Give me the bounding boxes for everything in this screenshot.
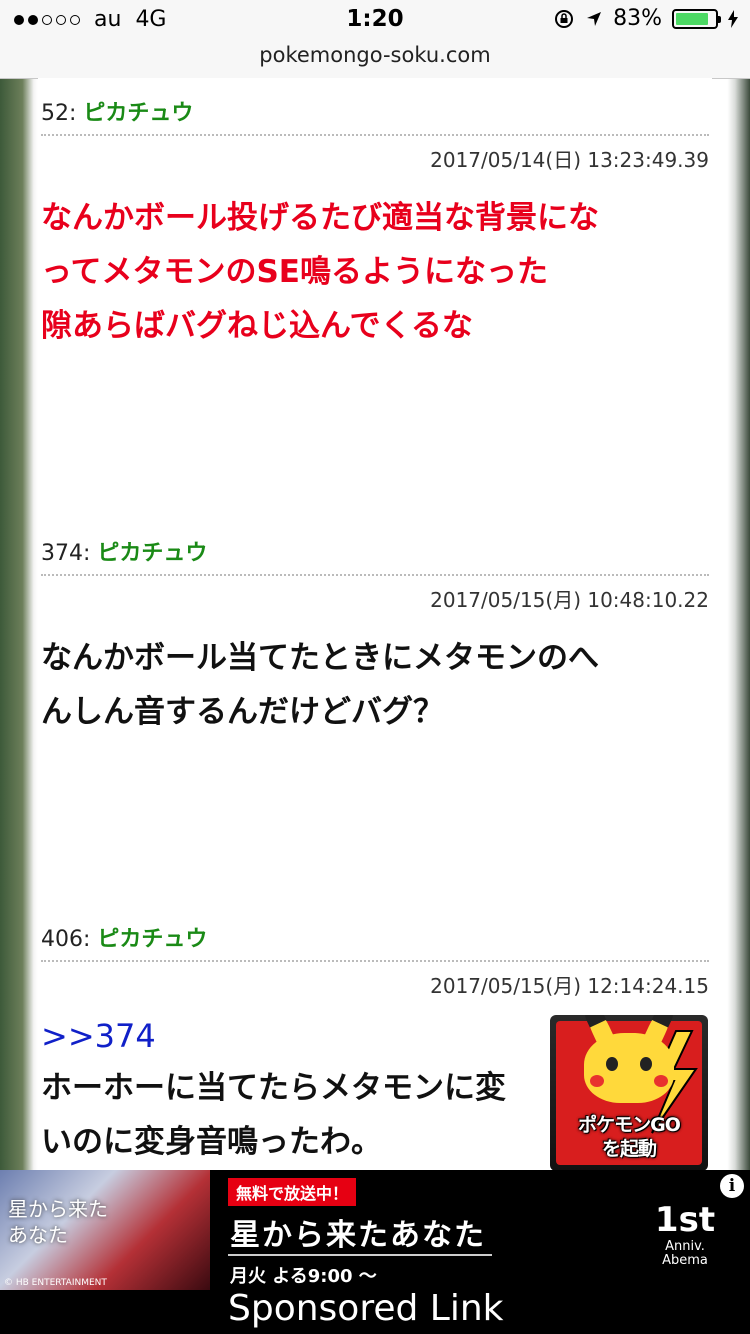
post-line: 隙あらばバグねじ込んでくるな xyxy=(41,308,473,344)
post-header: 374: ピカチュウ xyxy=(41,534,709,574)
thread-content: 52: ピカチュウ 2017/05/14(日) 13:23:49.39 なんかボ… xyxy=(38,78,712,1170)
anniversary-logo: 1st Anniv. Abema xyxy=(650,1200,720,1290)
divider xyxy=(41,960,709,962)
post-line: なんかボール当てたときにメタモンのへ xyxy=(41,640,599,676)
launch-label-line: を起動 xyxy=(601,1138,657,1160)
launch-pokemon-go-button[interactable]: ポケモンGO を起動 xyxy=(550,1015,708,1171)
rotation-lock-icon xyxy=(555,9,574,28)
post-author: ピカチュウ xyxy=(97,541,208,566)
anniversary-small: Anniv. xyxy=(665,1239,705,1254)
battery-percent: 83% xyxy=(613,6,662,31)
post: 374: ピカチュウ 2017/05/15(月) 10:48:10.22 なんか… xyxy=(41,534,709,739)
post-date: 2017/05/15(月) 12:14:24.15 xyxy=(430,974,709,998)
ad-divider xyxy=(228,1254,492,1256)
post-line: なんかボール投げるたび適当な背景にな xyxy=(41,200,599,236)
sponsored-link-label[interactable]: Sponsored Link xyxy=(228,1288,504,1329)
post: 52: ピカチュウ 2017/05/14(日) 13:23:49.39 なんかボ… xyxy=(41,94,709,353)
post-number: 52: xyxy=(41,101,77,126)
ad-image-logo: 星から来た あなた xyxy=(8,1196,108,1248)
post-date: 2017/05/14(日) 13:23:49.39 xyxy=(430,148,709,172)
status-bar: au 4G 1:20 83% xyxy=(0,0,750,40)
post-header: 406: ピカチュウ xyxy=(41,920,709,960)
anniversary-big: 1st xyxy=(654,1200,716,1240)
launch-label-line: ポケモンGO xyxy=(578,1114,681,1136)
status-right: 83% xyxy=(553,6,738,31)
divider xyxy=(41,574,709,576)
divider xyxy=(41,134,709,136)
battery-icon xyxy=(672,8,721,29)
ad-image-credit: © HB ENTERTAINMENT xyxy=(4,1278,107,1288)
post-number: 406: xyxy=(41,927,91,952)
post-line: んしん音するんだけどバグ？ xyxy=(41,694,444,730)
charging-icon xyxy=(728,9,738,28)
pikachu-icon xyxy=(582,1015,676,1103)
ad-image[interactable]: 星から来た あなた © HB ENTERTAINMENT xyxy=(0,1170,210,1290)
post-body: なんかボール投げるたび適当な背景にな ってメタモンのSE鳴るようになった 隙あら… xyxy=(41,191,709,353)
ad-badge: 無料で放送中！ xyxy=(228,1178,357,1206)
ad-schedule: 月火 よる9:00 ～ xyxy=(230,1266,377,1287)
post-header: 52: ピカチュウ xyxy=(41,94,709,134)
ad-banner[interactable]: 星から来た あなた © HB ENTERTAINMENT 無料で放送中！ 星から… xyxy=(0,1170,750,1334)
battery-fill xyxy=(676,12,708,25)
post-author: ピカチュウ xyxy=(97,927,208,952)
ad-logo-line: あなた xyxy=(8,1223,68,1247)
location-arrow-icon xyxy=(587,11,602,26)
launch-button-label: ポケモンGO を起動 xyxy=(556,1113,702,1161)
anniversary-brand: Abema xyxy=(662,1253,708,1268)
post-body: なんかボール当てたときにメタモンのへ んしん音するんだけどバグ？ xyxy=(41,631,709,739)
post-line: ってメタモンのSE鳴るようになった xyxy=(41,254,548,290)
post-number: 374: xyxy=(41,541,91,566)
post-date: 2017/05/15(月) 10:48:10.22 xyxy=(430,588,709,612)
post-author: ピカチュウ xyxy=(83,101,194,126)
ad-logo-line: 星から来た xyxy=(8,1197,108,1221)
ad-title[interactable]: 星から来たあなた xyxy=(230,1210,486,1254)
url-bar[interactable]: pokemongo-soku.com xyxy=(0,40,750,79)
ad-info-icon[interactable]: i xyxy=(720,1174,744,1198)
